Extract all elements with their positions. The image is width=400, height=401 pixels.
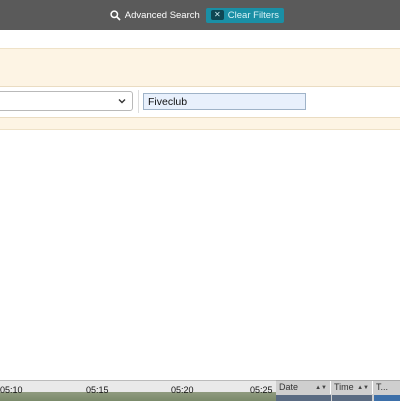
column-label: Time [334, 382, 354, 392]
filter-row [0, 86, 400, 118]
sort-icon: ▲▼ [315, 385, 327, 391]
clear-filters-label: Clear Filters [227, 9, 279, 21]
top-toolbar: Advanced Search ✕ Clear Filters [0, 0, 400, 30]
column-header-date[interactable]: Date ▲▼ [276, 381, 331, 394]
column-label: Date [279, 382, 299, 392]
column-header-time[interactable]: Time ▲▼ [331, 381, 373, 394]
table-row[interactable] [374, 395, 400, 401]
column-header-third[interactable]: T... [373, 381, 400, 394]
table-row[interactable] [332, 395, 372, 401]
timeline-tick: 05:10 [0, 385, 23, 395]
timeline-tick: 05:15 [86, 385, 109, 395]
filter-field-select[interactable] [0, 91, 133, 111]
advanced-search-button[interactable]: Advanced Search [110, 10, 200, 21]
divider [138, 90, 139, 113]
filter-value-input[interactable] [143, 93, 306, 110]
header-strip [0, 30, 400, 49]
close-icon: ✕ [210, 10, 224, 20]
search-icon [110, 9, 121, 21]
column-label: T... [376, 382, 389, 392]
results-table-header: Date ▲▼ Time ▲▼ T... [276, 380, 400, 401]
advanced-search-label: Advanced Search [124, 9, 200, 21]
timeline[interactable]: 05:10 05:15 05:20 05:25 [0, 380, 276, 401]
clear-filters-button[interactable]: ✕ Clear Filters [205, 7, 284, 23]
table-row[interactable] [276, 395, 331, 401]
chevron-down-icon [118, 99, 126, 104]
timeline-tick: 05:20 [171, 385, 194, 395]
sort-icon: ▲▼ [357, 385, 369, 391]
timeline-tick: 05:25 [250, 385, 273, 395]
